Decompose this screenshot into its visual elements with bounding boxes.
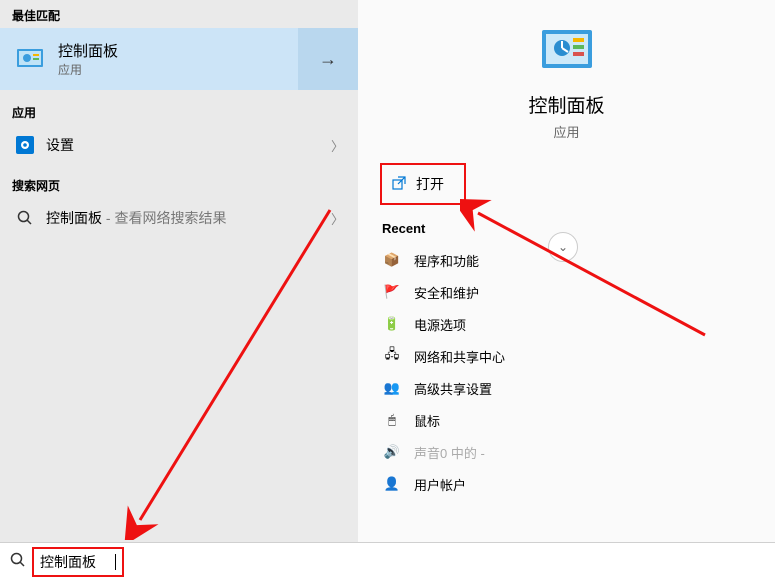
best-match-item[interactable]: 控制面板 应用 →: [0, 28, 358, 90]
recent-item-sound[interactable]: 🔊声音0 中的 -: [358, 436, 775, 468]
expand-arrow-button[interactable]: →: [298, 28, 358, 90]
search-bar-icon: [8, 552, 28, 572]
recent-item-mouse[interactable]: 🖱鼠标: [358, 404, 775, 436]
control-panel-icon: [12, 41, 48, 77]
control-panel-hero-icon: [540, 28, 594, 77]
search-input[interactable]: [40, 554, 115, 570]
recent-item-power[interactable]: 🔋电源选项: [358, 308, 775, 340]
sharing-icon: 👥: [382, 380, 402, 396]
best-match-header: 最佳匹配: [0, 0, 358, 28]
open-link-icon: [392, 176, 406, 193]
flag-icon: 🚩: [382, 284, 402, 300]
chevron-right-icon: 〉: [331, 209, 344, 228]
web-search-text: 控制面板 - 查看网络搜索结果: [46, 208, 331, 228]
gear-icon: [14, 136, 36, 154]
open-label: 打开: [416, 174, 444, 194]
mouse-icon: 🖱: [382, 412, 402, 428]
web-header: 搜索网页: [0, 165, 358, 198]
settings-label: 设置: [46, 135, 331, 155]
programs-icon: 📦: [382, 252, 402, 268]
network-icon: 🖧: [382, 348, 402, 364]
open-button[interactable]: 打开: [380, 163, 466, 205]
best-match-title: 控制面板: [58, 40, 298, 61]
apps-header: 应用: [0, 90, 358, 125]
users-icon: 👤: [382, 476, 402, 492]
settings-row[interactable]: 设置 〉: [0, 125, 358, 165]
chevron-right-icon: 〉: [331, 136, 344, 155]
search-icon: [14, 210, 36, 226]
recent-item-security[interactable]: 🚩安全和维护: [358, 276, 775, 308]
recent-item-users[interactable]: 👤用户帐户: [358, 468, 775, 500]
chevron-down-icon: ⌄: [558, 240, 568, 254]
expand-circle-button[interactable]: ⌄: [548, 232, 578, 262]
search-input-highlight: [32, 547, 124, 577]
web-search-row[interactable]: 控制面板 - 查看网络搜索结果 〉: [0, 198, 358, 238]
hero-title: 控制面板: [358, 91, 775, 118]
hero-subtitle: 应用: [358, 122, 775, 141]
power-icon: 🔋: [382, 316, 402, 332]
recent-item-sharing[interactable]: 👥高级共享设置: [358, 372, 775, 404]
sound-icon: 🔊: [382, 444, 402, 460]
recent-item-network[interactable]: 🖧网络和共享中心: [358, 340, 775, 372]
best-match-subtitle: 应用: [58, 61, 298, 78]
